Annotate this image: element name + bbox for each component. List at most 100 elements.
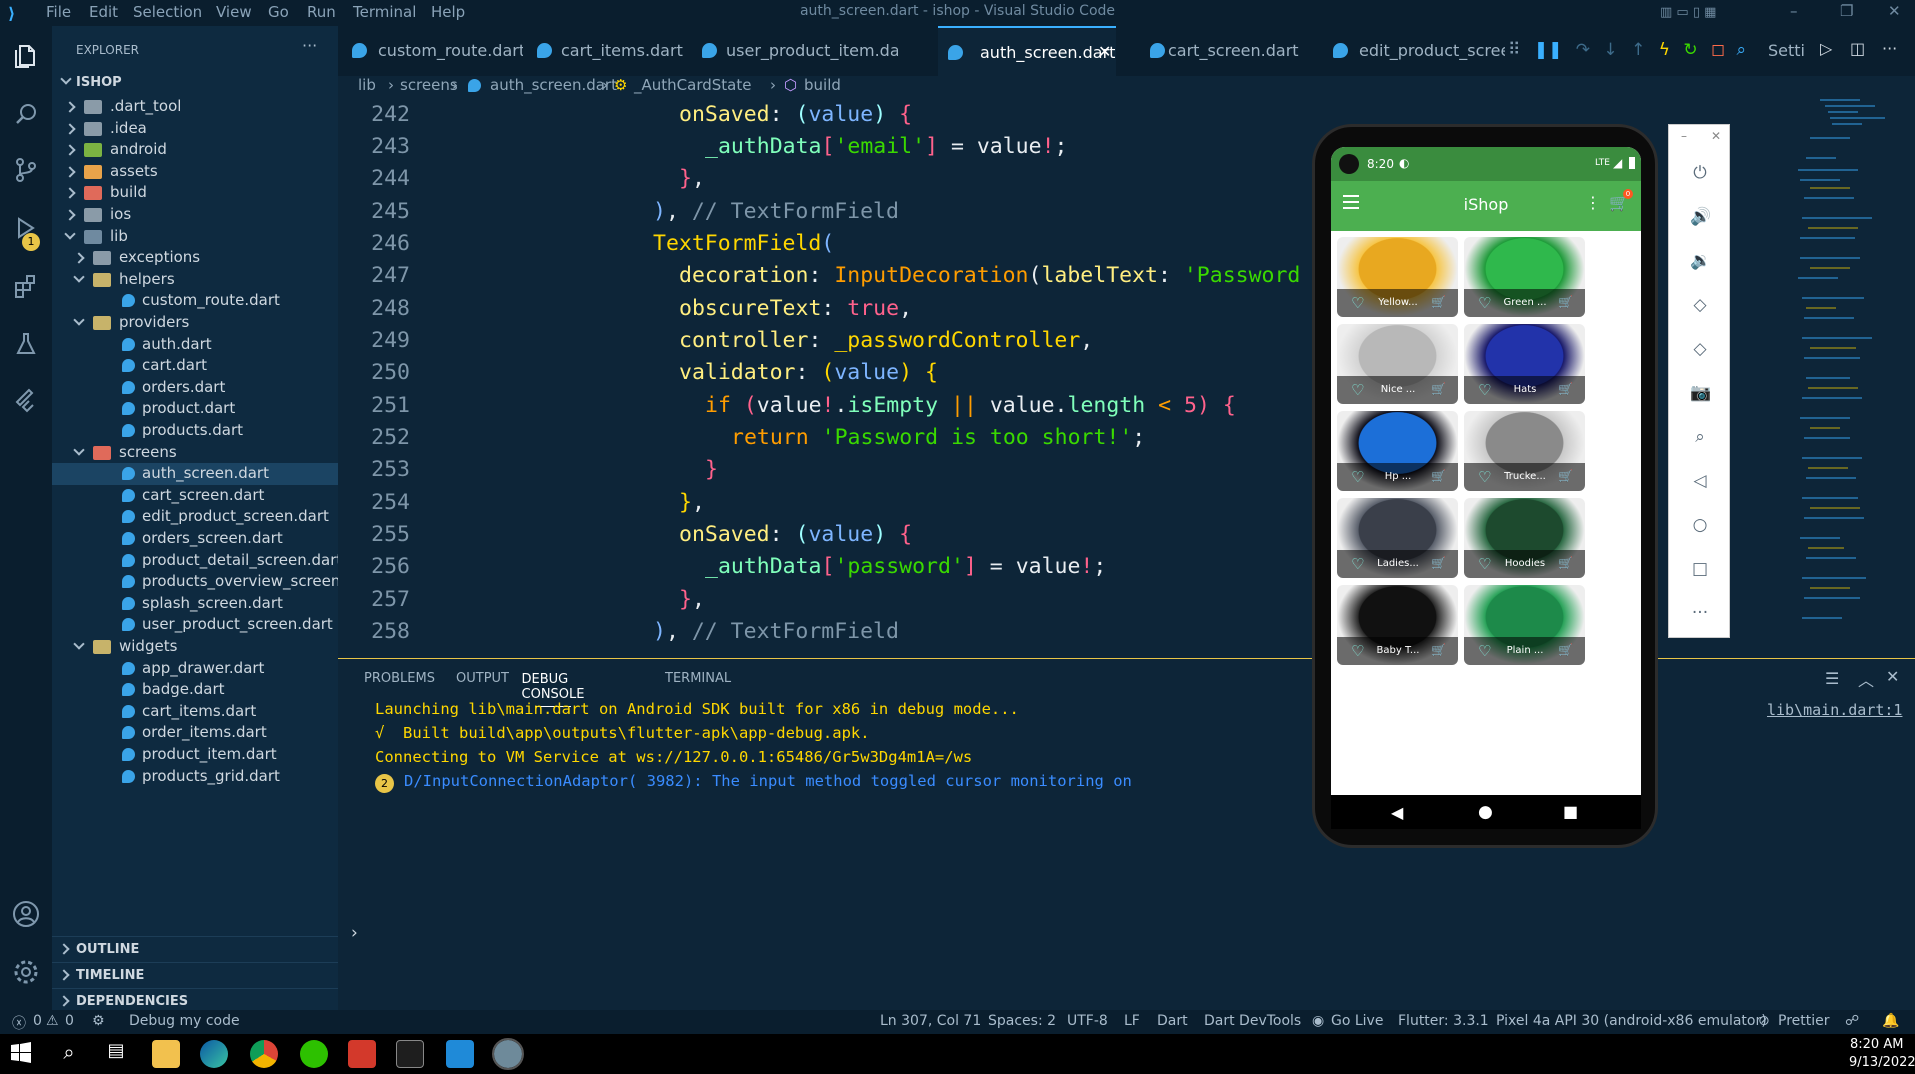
maximize-icon[interactable]: ❐ [1840, 2, 1853, 20]
nav-back-icon[interactable]: ◀ [1391, 803, 1403, 822]
tree-item-order-items-dart[interactable]: order_items.dart [52, 722, 338, 744]
tree-item-products-grid-dart[interactable]: products_grid.dart [52, 766, 338, 788]
workspace-root[interactable]: ISHOP [52, 70, 338, 96]
add-to-cart-icon[interactable]: 🛒 [1558, 556, 1573, 570]
favorite-heart-icon[interactable]: ♡ [1351, 294, 1364, 312]
edge-icon[interactable] [200, 1040, 228, 1068]
tree-item-providers[interactable]: providers [52, 312, 338, 334]
tab-cart-items[interactable]: cart_items.dart [523, 26, 688, 76]
tree-item-product-dart[interactable]: product.dart [52, 398, 338, 420]
panel-tab-terminal[interactable]: TERMINAL [665, 671, 731, 686]
eol[interactable]: LF [1124, 1013, 1140, 1029]
tree-item-auth-screen-dart[interactable]: auth_screen.dart [52, 463, 338, 486]
tree-item-app-drawer-dart[interactable]: app_drawer.dart [52, 658, 338, 680]
panel-tab-problems[interactable]: PROBLEMS [364, 671, 435, 686]
nav-recents-icon[interactable]: ■ [1563, 802, 1578, 821]
restart-icon[interactable]: ↻ [1683, 40, 1697, 60]
rotate-right-icon[interactable]: ◇ [1690, 339, 1710, 359]
outline-section[interactable]: OUTLINE [52, 936, 338, 962]
breadcrumb-file[interactable]: auth_screen.dart [490, 76, 617, 94]
explorer-more-icon[interactable]: ··· [302, 36, 317, 55]
tree-item-badge-dart[interactable]: badge.dart [52, 679, 338, 701]
favorite-heart-icon[interactable]: ♡ [1351, 381, 1364, 399]
vscode-taskbar-icon[interactable] [446, 1040, 474, 1068]
tree-item-orders-dart[interactable]: orders.dart [52, 377, 338, 399]
tree-item-product-item-dart[interactable]: product_item.dart [52, 744, 338, 766]
debug-gear-icon[interactable]: ⚙ [92, 1013, 105, 1029]
emulator-minimize-icon[interactable]: – [1681, 129, 1687, 143]
tab-user-product-item[interactable]: user_product_item.dart [688, 26, 898, 76]
run-icon[interactable]: ▷ [1820, 39, 1832, 58]
error-icon[interactable]: ⓧ [12, 1013, 26, 1033]
tab-auth-screen[interactable]: auth_screen.dart ✕ [938, 26, 1116, 76]
settings-gear-icon[interactable] [8, 954, 44, 990]
clock-time[interactable]: 8:20 AM [1850, 1037, 1903, 1052]
product-tile[interactable]: ♡ Nice ... 🛒 [1337, 324, 1458, 404]
dart-devtools[interactable]: Dart DevTools [1204, 1013, 1301, 1029]
tree-item-helpers[interactable]: helpers [52, 269, 338, 291]
source-control-icon[interactable] [8, 152, 44, 188]
add-to-cart-icon[interactable]: 🛒 [1431, 643, 1446, 657]
product-tile[interactable]: ♡ Ladies... 🛒 [1337, 498, 1458, 578]
source-link[interactable]: lib\main.dart:1 [1767, 701, 1902, 719]
indent-spaces[interactable]: Spaces: 2 [988, 1013, 1056, 1029]
chrome-icon[interactable] [250, 1040, 278, 1068]
task-view-icon[interactable]: ▤ [102, 1040, 130, 1068]
tree-item-lib[interactable]: lib [52, 226, 338, 248]
tree-item-product-detail-screen-dart[interactable]: product_detail_screen.dart [52, 550, 338, 572]
step-into-icon[interactable]: ↓ [1603, 40, 1617, 60]
tree-item-widgets[interactable]: widgets [52, 636, 338, 658]
go-live-icon[interactable]: ◉ [1312, 1013, 1324, 1029]
back-icon[interactable]: ◁ [1690, 471, 1710, 491]
screenshot-camera-icon[interactable]: 📷 [1690, 383, 1711, 403]
tree-item-screens[interactable]: screens [52, 442, 338, 464]
favorite-heart-icon[interactable]: ♡ [1478, 468, 1491, 486]
rotate-left-icon[interactable]: ◇ [1690, 295, 1710, 315]
add-to-cart-icon[interactable]: 🛒 [1431, 469, 1446, 483]
extensions-icon[interactable] [8, 268, 44, 304]
breadcrumb-method[interactable]: build [804, 76, 841, 94]
favorite-heart-icon[interactable]: ♡ [1478, 381, 1491, 399]
layout-toggle-icons[interactable]: ▥ ▭ ▯ ▦ [1660, 5, 1760, 21]
warning-icon[interactable]: ⚠ [46, 1013, 59, 1029]
tree-item-cart-screen-dart[interactable]: cart_screen.dart [52, 485, 338, 507]
more-actions-icon[interactable]: ··· [1882, 39, 1897, 58]
account-icon[interactable] [8, 896, 44, 932]
drag-handle-icon[interactable]: ⠿ [1508, 40, 1520, 60]
warning-count[interactable]: 0 [65, 1013, 74, 1029]
windows-start-icon[interactable] [8, 1040, 36, 1068]
volume-down-icon[interactable]: 🔉 [1690, 251, 1711, 271]
clock-date[interactable]: 9/13/2022 [1849, 1055, 1915, 1070]
emulator-close-icon[interactable]: ✕ [1711, 129, 1721, 143]
taskbar-search-icon[interactable]: ⌕ [55, 1040, 83, 1068]
console-prompt-icon[interactable]: › [351, 923, 358, 943]
hot-reload-icon[interactable]: ϟ [1659, 40, 1670, 60]
panel-tab-output[interactable]: OUTPUT [456, 671, 509, 686]
product-tile[interactable]: ♡ Green ... 🛒 [1464, 237, 1585, 317]
encoding[interactable]: UTF-8 [1067, 1013, 1108, 1029]
overflow-menu-icon[interactable]: ⋮ [1585, 193, 1601, 212]
favorite-heart-icon[interactable]: ♡ [1351, 642, 1364, 660]
terminal-app-icon[interactable] [396, 1040, 424, 1068]
close-panel-icon[interactable]: ✕ [1886, 667, 1899, 686]
flutter-icon[interactable] [8, 382, 44, 418]
step-out-icon[interactable]: ↑ [1631, 40, 1645, 60]
prettier[interactable]: Prettier [1778, 1013, 1830, 1029]
home-icon[interactable]: ○ [1690, 515, 1710, 535]
product-tile[interactable]: ♡ Hats 🛒 [1464, 324, 1585, 404]
tree-item-cart-dart[interactable]: cart.dart [52, 355, 338, 377]
tab-settings[interactable]: Setti [1768, 26, 1808, 76]
code-editor[interactable]: 242 onSaved: (value) { 243 _authData['em… [338, 98, 1318, 658]
tree-item-exceptions[interactable]: exceptions [52, 247, 338, 269]
tree-item-auth-dart[interactable]: auth.dart [52, 334, 338, 356]
maximize-panel-icon[interactable]: ︿ [1858, 667, 1874, 691]
search-icon[interactable] [8, 96, 44, 132]
favorite-heart-icon[interactable]: ♡ [1351, 555, 1364, 573]
tab-cart-screen[interactable]: cart_screen.dart [1138, 26, 1308, 76]
breadcrumb-class[interactable]: _AuthCardState [634, 76, 751, 94]
notifications-bell-icon[interactable]: 🔔 [1882, 1013, 1899, 1029]
pause-icon[interactable]: ❚❚ [1534, 40, 1563, 60]
tree-item-cart-items-dart[interactable]: cart_items.dart [52, 701, 338, 723]
nav-home-icon[interactable]: ● [1478, 802, 1493, 822]
phone-screen[interactable]: 8:20 ◐ LTE ◢ iShop ⋮ 🛒 0 ♡ Yellow... 🛒 ♡ Gre… [1331, 147, 1641, 795]
